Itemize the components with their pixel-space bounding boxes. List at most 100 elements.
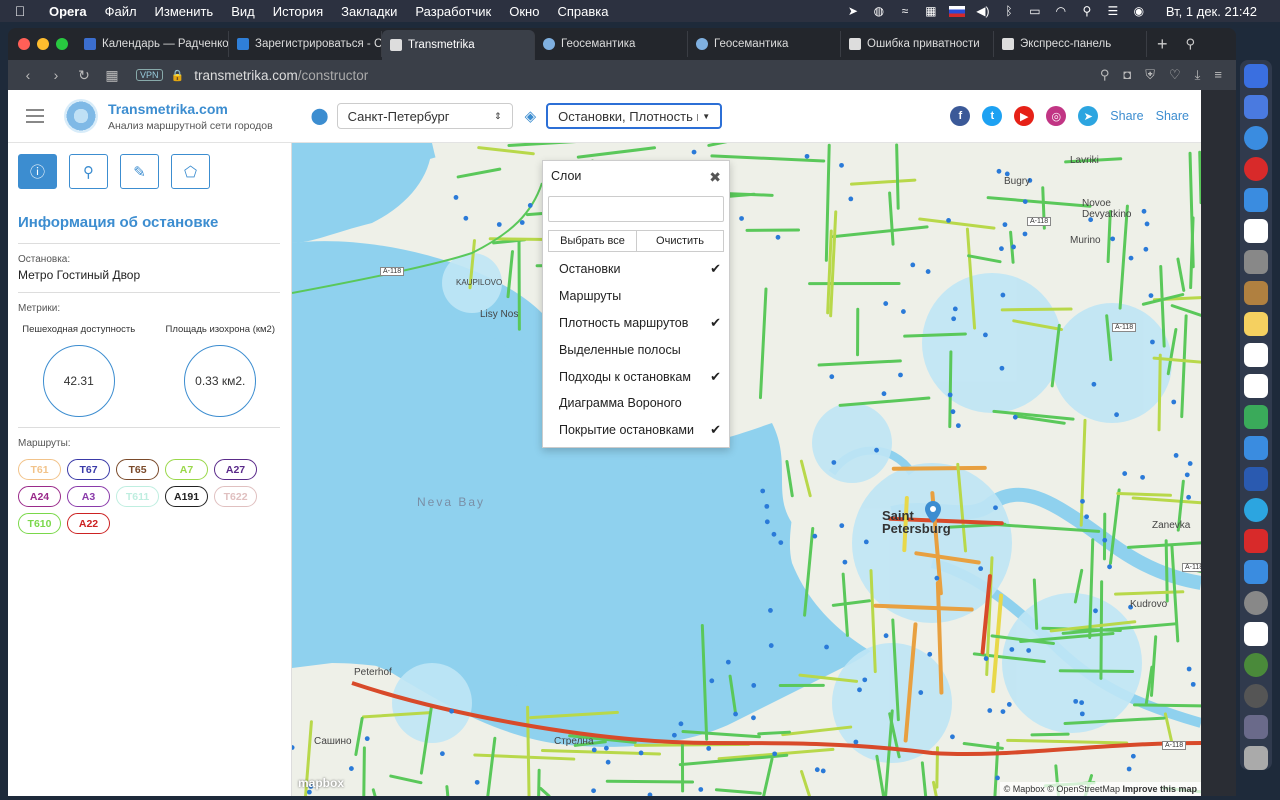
wifi-icon[interactable]: ◠ (1053, 4, 1069, 18)
automator-icon[interactable] (1244, 684, 1268, 708)
download-icon[interactable]: ⤓ (1195, 67, 1201, 83)
map-canvas[interactable] (292, 143, 1201, 796)
menu-window[interactable]: Окно (500, 4, 548, 19)
spotlight-icon[interactable]: ⚲ (1079, 4, 1095, 18)
stop-dot[interactable] (519, 220, 525, 225)
stop-dot[interactable] (848, 196, 854, 202)
layer-option[interactable]: Плотность маршрутов ✔ (543, 310, 729, 337)
route-chip[interactable]: А191 (165, 486, 209, 507)
route-chip[interactable]: Т67 (67, 459, 110, 480)
stop-dot[interactable] (1093, 608, 1098, 614)
url-field[interactable]: transmetrika.com/constructor (194, 68, 368, 83)
polygon-tool-button[interactable]: ⬠ (171, 154, 210, 189)
stop-dot[interactable] (910, 262, 916, 268)
layer-option[interactable]: Остановки ✔ (543, 256, 729, 283)
stop-dot[interactable] (1143, 246, 1149, 252)
menu-icon[interactable] (26, 109, 44, 123)
minimize-window-button[interactable] (37, 38, 49, 50)
route-chip[interactable]: Т611 (116, 486, 159, 507)
camera-icon[interactable]: ◘ (1123, 67, 1131, 83)
route-chip[interactable]: Т622 (214, 486, 258, 507)
stop-dot[interactable] (751, 683, 757, 688)
menu-help[interactable]: Справка (548, 4, 617, 19)
control-center-icon[interactable]: ☰ (1105, 4, 1121, 18)
stop-dot[interactable] (1126, 766, 1132, 772)
layer-option[interactable]: Выделенные полосы (543, 336, 729, 363)
stop-dot[interactable] (678, 721, 684, 727)
telegram-dock-icon[interactable] (1244, 498, 1268, 522)
tab-calendar[interactable]: Календарь — Радченко А (76, 31, 229, 57)
stop-dot[interactable] (733, 711, 738, 717)
stop-dot[interactable] (831, 460, 837, 465)
numbers-icon[interactable] (1244, 405, 1268, 429)
stop-dot[interactable] (1186, 494, 1192, 500)
reload-icon[interactable]: ↻ (70, 67, 98, 84)
stop-dot[interactable] (927, 651, 933, 657)
stop-dot[interactable] (901, 309, 906, 314)
menubar-clock[interactable]: Вт, 1 дек. 21:42 (1157, 4, 1266, 19)
stop-dot[interactable] (768, 643, 774, 648)
screenshot-icon[interactable] (1244, 250, 1268, 274)
stop-dot[interactable] (999, 365, 1005, 371)
stop-dot[interactable] (1091, 381, 1097, 387)
stop-dot[interactable] (951, 316, 957, 322)
stop-dot[interactable] (1102, 537, 1108, 543)
stop-dot[interactable] (995, 775, 1000, 781)
menu-app[interactable]: Opera (40, 4, 96, 19)
route-chip[interactable]: Т65 (116, 459, 159, 480)
opera-icon[interactable] (1244, 157, 1268, 181)
select-all-button[interactable]: Выбрать все (549, 231, 636, 251)
stop-dot[interactable] (751, 715, 756, 721)
share-link-1[interactable]: Share (1110, 109, 1143, 123)
stop-dot[interactable] (453, 195, 459, 200)
settings-icon[interactable]: ≡ (1214, 67, 1222, 83)
stop-dot[interactable] (348, 766, 354, 771)
stop-dot[interactable] (950, 409, 956, 415)
calendar-icon[interactable] (1244, 219, 1268, 243)
tab-search-icon[interactable]: ⚲ (1178, 36, 1204, 52)
finder-icon[interactable] (1244, 64, 1268, 88)
ear-icon[interactable]: ◍ (871, 4, 887, 18)
stop-dot[interactable] (1079, 700, 1085, 706)
notes-icon[interactable] (1244, 312, 1268, 336)
route-chip[interactable]: Т61 (18, 459, 61, 480)
stop-dot[interactable] (771, 531, 777, 537)
stop-dot[interactable] (999, 246, 1004, 252)
route-chip[interactable]: А22 (67, 513, 110, 534)
stop-dot[interactable] (1122, 471, 1128, 476)
stop-dot[interactable] (883, 301, 889, 306)
clear-button[interactable]: Очистить (636, 231, 723, 251)
stop-dot[interactable] (527, 203, 533, 208)
layer-option[interactable]: Маршруты (543, 283, 729, 310)
apple-icon[interactable]:  (0, 3, 40, 19)
volume-icon[interactable]: ◀) (975, 4, 991, 18)
stop-dot[interactable] (820, 768, 826, 774)
feather-icon[interactable]: ≈ (897, 4, 913, 18)
stop-dot[interactable] (1110, 236, 1116, 242)
close-window-button[interactable] (18, 38, 30, 50)
stop-dot[interactable] (1006, 702, 1012, 707)
forward-icon[interactable]: › (42, 67, 70, 83)
stop-dot[interactable] (591, 788, 596, 794)
input-language-flag-icon[interactable] (948, 5, 965, 17)
stop-dot[interactable] (925, 269, 931, 274)
qgis-icon[interactable] (1244, 653, 1268, 677)
menu-view[interactable]: Вид (222, 4, 264, 19)
acrobat-icon[interactable] (1244, 529, 1268, 553)
menu-file[interactable]: Файл (96, 4, 146, 19)
route-chip[interactable]: А3 (67, 486, 110, 507)
tab-register[interactable]: Зарегистрироваться - Co (229, 31, 382, 57)
stop-dot[interactable] (829, 374, 835, 380)
stop-dot[interactable] (1144, 221, 1150, 227)
tab-speed-dial[interactable]: Экспресс-панель (994, 31, 1147, 57)
app-store-icon[interactable] (1244, 560, 1268, 584)
stop-dot[interactable] (983, 332, 988, 338)
close-icon[interactable]: ✖ (709, 169, 721, 186)
stop-dot[interactable] (1184, 472, 1190, 478)
stop-dot[interactable] (947, 392, 953, 398)
menu-edit[interactable]: Изменить (146, 4, 223, 19)
search-tool-button[interactable]: ⚲ (69, 154, 108, 189)
heart-icon[interactable]: ♡ (1169, 67, 1181, 83)
stop-dot[interactable] (1012, 414, 1018, 420)
stop-dot[interactable] (760, 488, 766, 494)
